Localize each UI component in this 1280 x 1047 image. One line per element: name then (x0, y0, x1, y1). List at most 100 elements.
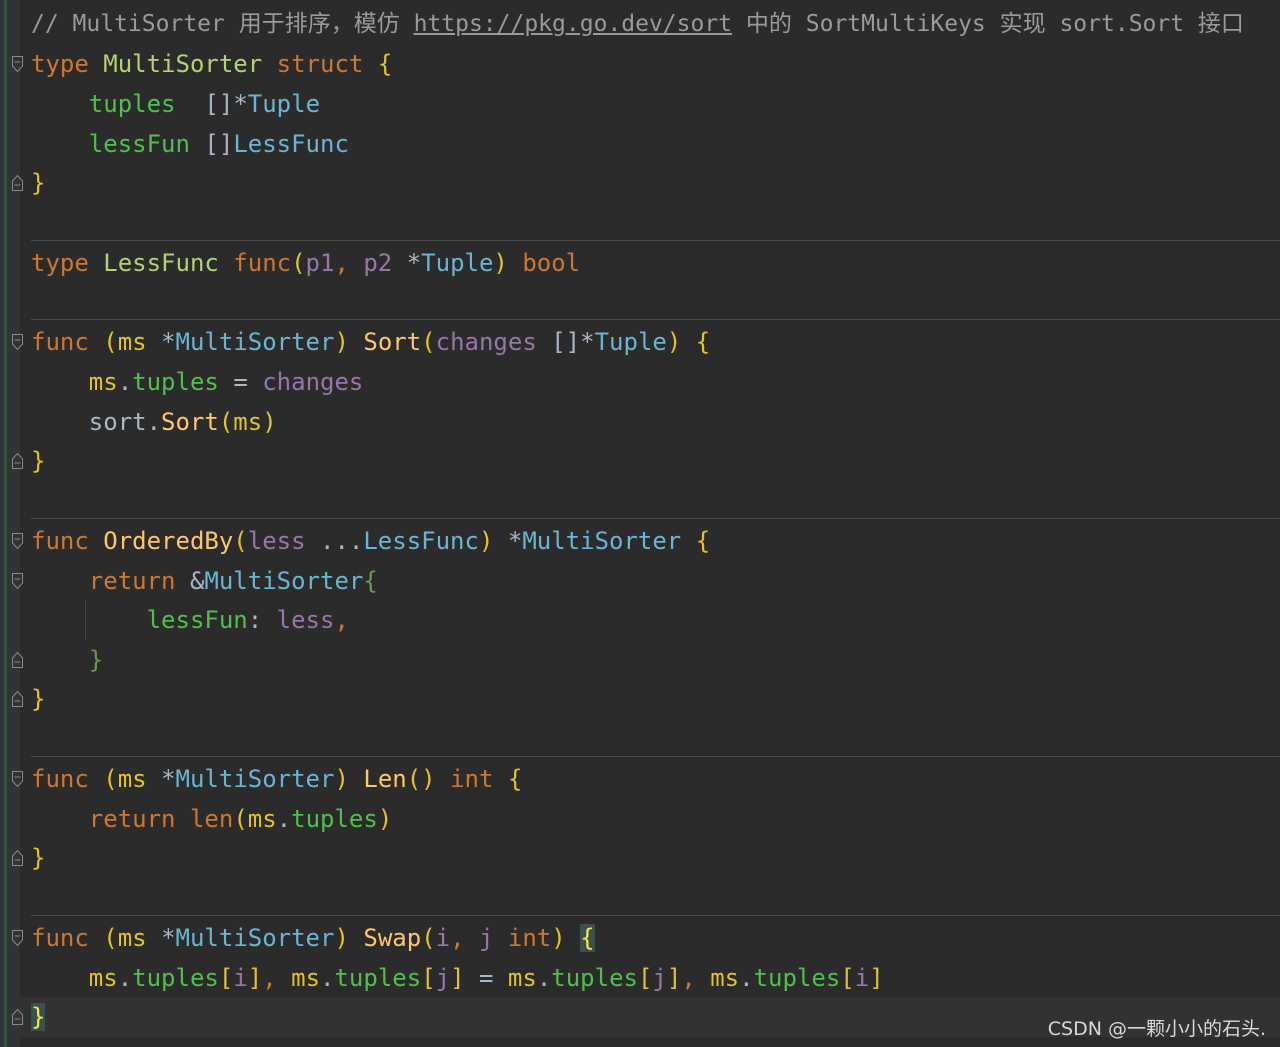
doc-link[interactable]: https://pkg.go.dev/sort (414, 11, 733, 37)
receiver[interactable]: ms (118, 328, 147, 356)
param[interactable]: p2 (363, 249, 392, 277)
fold-collapse-icon[interactable] (12, 771, 23, 787)
type-ref[interactable]: MultiSorter (176, 328, 335, 356)
param[interactable]: changes (436, 328, 537, 356)
code-line-current[interactable]: } (31, 997, 46, 1037)
code-line[interactable]: func OrderedBy(less ...LessFunc) *MultiS… (31, 521, 710, 561)
code-line[interactable]: } (31, 838, 45, 878)
struct-field[interactable]: tuples (291, 805, 378, 833)
builtin-function[interactable]: len (190, 805, 233, 833)
param[interactable]: i (233, 964, 247, 992)
fold-collapse-icon[interactable] (12, 930, 23, 946)
bracket: [ (637, 964, 653, 992)
fold-collapse-icon[interactable] (12, 334, 23, 350)
receiver[interactable]: ms (89, 368, 118, 396)
type-ref[interactable]: MultiSorter (522, 527, 681, 555)
struct-field[interactable]: lessFun (147, 606, 248, 634)
code-line[interactable]: ms.tuples[i], ms.tuples[j] = ms.tuples[j… (31, 958, 884, 998)
code-line-comment[interactable]: // MultiSorter 用于排序，模仿 https://pkg.go.de… (31, 4, 1244, 44)
receiver[interactable]: ms (118, 924, 147, 952)
param[interactable]: i (436, 924, 450, 952)
type-ref[interactable]: MultiSorter (204, 567, 363, 595)
punct: , (450, 924, 465, 952)
receiver[interactable]: ms (118, 765, 147, 793)
vcs-change-marker[interactable] (4, 0, 7, 1047)
param[interactable]: less (277, 606, 335, 634)
type-ref[interactable]: MultiSorter (176, 924, 335, 952)
receiver[interactable]: ms (291, 964, 320, 992)
code-line[interactable]: return &MultiSorter{ (31, 561, 378, 601)
code-area[interactable]: // MultiSorter 用于排序，模仿 https://pkg.go.de… (31, 0, 1280, 1047)
type-name[interactable]: MultiSorter (103, 50, 262, 78)
code-line[interactable]: } (31, 163, 45, 203)
package-name[interactable]: sort (89, 408, 147, 436)
code-line[interactable]: return len(ms.tuples) (31, 799, 392, 839)
function-name[interactable]: OrderedBy (103, 527, 233, 555)
struct-field[interactable]: lessFun (89, 130, 190, 158)
struct-field[interactable]: tuples (132, 964, 219, 992)
receiver[interactable]: ms (248, 805, 277, 833)
code-line[interactable]: } (31, 640, 103, 680)
code-line[interactable]: type LessFunc func(p1, p2 *Tuple) bool (31, 243, 580, 283)
param[interactable]: i (855, 964, 869, 992)
function-name[interactable]: Sort (161, 408, 219, 436)
fold-end-icon[interactable] (12, 453, 23, 469)
code-line[interactable]: } (31, 441, 45, 481)
struct-field[interactable]: tuples (754, 964, 841, 992)
param[interactable]: less (248, 527, 306, 555)
watermark: CSDN @一颗小小的石头. (1047, 1018, 1266, 1040)
type-ref[interactable]: Tuple (248, 90, 320, 118)
fold-collapse-icon[interactable] (12, 573, 23, 589)
code-line[interactable]: func (ms *MultiSorter) Swap(i, j int) { (31, 918, 595, 958)
keyword: func (31, 924, 89, 952)
struct-field[interactable]: tuples (551, 964, 638, 992)
code-line[interactable]: func (ms *MultiSorter) Len() int { (31, 759, 522, 799)
type-ref[interactable]: LessFunc (363, 527, 479, 555)
fold-end-icon[interactable] (12, 175, 23, 191)
struct-field[interactable]: tuples (334, 964, 421, 992)
param[interactable]: j (479, 924, 493, 952)
function-name[interactable]: Sort (363, 328, 421, 356)
code-line[interactable]: } (31, 679, 45, 719)
bracket: [ (421, 964, 436, 992)
code-line[interactable]: ms.tuples = changes (31, 362, 364, 402)
code-line[interactable]: lessFun: less, (31, 600, 349, 640)
brace: { (507, 765, 523, 793)
code-line[interactable]: type MultiSorter struct { (31, 44, 392, 84)
code-line[interactable]: func (ms *MultiSorter) Sort(changes []*T… (31, 322, 710, 362)
type-ref[interactable]: Tuple (421, 249, 493, 277)
code-line[interactable]: sort.Sort(ms) (31, 402, 277, 442)
paren: ) (334, 924, 349, 952)
param[interactable]: p1 (306, 249, 335, 277)
fold-collapse-icon[interactable] (12, 533, 23, 549)
receiver[interactable]: ms (233, 408, 262, 436)
code-line[interactable]: tuples []*Tuple (31, 84, 320, 124)
keyword: func (31, 527, 89, 555)
type-ref[interactable]: MultiSorter (176, 765, 335, 793)
type-name[interactable]: LessFunc (103, 249, 219, 277)
bracket: ] (869, 964, 884, 992)
param[interactable]: changes (262, 368, 363, 396)
receiver[interactable]: ms (710, 964, 739, 992)
type-ref[interactable]: Tuple (595, 328, 667, 356)
param[interactable]: j (436, 964, 450, 992)
brace: { (695, 527, 711, 555)
param[interactable]: j (652, 964, 666, 992)
function-name[interactable]: Len (363, 765, 406, 793)
brace: { (695, 328, 711, 356)
fold-end-icon[interactable] (12, 691, 23, 707)
receiver[interactable]: ms (508, 964, 537, 992)
code-line[interactable]: lessFun []LessFunc (31, 124, 349, 164)
fold-end-icon[interactable] (12, 850, 23, 866)
struct-field[interactable]: tuples (89, 90, 176, 118)
fold-collapse-icon[interactable] (12, 56, 23, 72)
type-ref[interactable]: LessFunc (233, 130, 349, 158)
fold-end-icon[interactable] (12, 652, 23, 668)
code-editor[interactable]: // MultiSorter 用于排序，模仿 https://pkg.go.de… (0, 0, 1280, 1047)
struct-field[interactable]: tuples (132, 368, 219, 396)
punct: : (247, 606, 263, 634)
fold-end-icon[interactable] (12, 1009, 23, 1025)
editor-gutter[interactable] (0, 0, 20, 1047)
function-name[interactable]: Swap (363, 924, 421, 952)
receiver[interactable]: ms (89, 964, 118, 992)
